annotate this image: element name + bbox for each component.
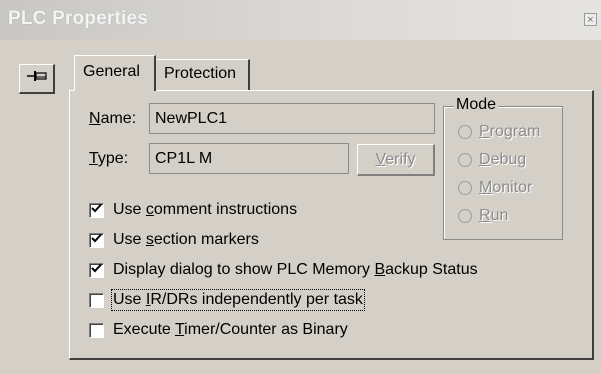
tab-general[interactable]: General bbox=[74, 55, 156, 91]
pin-icon bbox=[26, 68, 48, 89]
plc-properties-dialog: PLC Properties × General Protection Name… bbox=[0, 0, 601, 374]
pin-button[interactable] bbox=[19, 64, 55, 94]
tab-protection[interactable]: Protection bbox=[155, 59, 250, 90]
window-title: PLC Properties bbox=[8, 8, 149, 29]
title-bar[interactable]: PLC Properties × bbox=[0, 0, 601, 40]
tab-protection-label: Protection bbox=[164, 65, 237, 82]
general-tab-panel bbox=[69, 90, 594, 360]
tab-general-label: General bbox=[83, 63, 140, 80]
close-button[interactable]: × bbox=[584, 13, 597, 26]
